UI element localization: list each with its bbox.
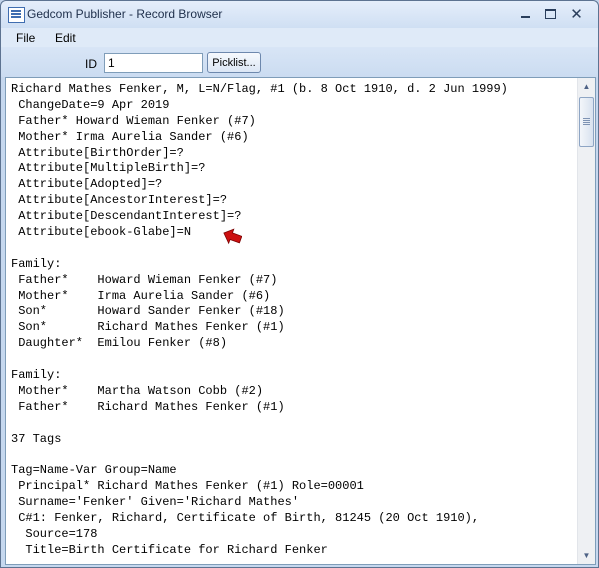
record-line bbox=[11, 416, 569, 432]
record-line: Attribute[BirthOrder]=? bbox=[11, 145, 184, 160]
record-text-pane[interactable]: Richard Mathes Fenker, M, L=N/Flag, #1 (… bbox=[5, 77, 596, 565]
record-line: Son* Howard Sander Fenker (#18) bbox=[11, 304, 285, 319]
record-line: Family: bbox=[11, 368, 62, 383]
record-line: Title=Birth Certificate for Richard Fenk… bbox=[11, 542, 328, 557]
record-line: Family: bbox=[11, 256, 62, 271]
record-line: Tag=Name-Var Group=Name bbox=[11, 463, 177, 478]
title-bar[interactable]: Gedcom Publisher - Record Browser ✕ bbox=[1, 1, 598, 28]
record-line bbox=[11, 352, 569, 368]
record-line: Father* Richard Mathes Fenker (#1) bbox=[11, 399, 285, 414]
record-line: Source=178 bbox=[11, 526, 98, 541]
record-line: Daughter* Emilou Fenker (#8) bbox=[11, 336, 228, 351]
maximize-button[interactable] bbox=[538, 5, 563, 22]
scroll-up-icon[interactable]: ▲ bbox=[578, 78, 595, 95]
record-line: Attribute[Adopted]=? bbox=[11, 177, 163, 192]
id-label: ID bbox=[85, 57, 97, 71]
scroll-grip-icon bbox=[583, 118, 590, 119]
record-line: Father* Howard Wieman Fenker (#7) bbox=[11, 272, 278, 287]
record-line: Mother* Irma Aurelia Sander (#6) bbox=[11, 288, 271, 303]
window-title: Gedcom Publisher - Record Browser bbox=[27, 7, 223, 21]
red-pointer-arrow-icon bbox=[223, 228, 242, 245]
minimize-button[interactable] bbox=[513, 5, 538, 22]
toolbar: ID Picklist... bbox=[1, 47, 598, 77]
id-input[interactable] bbox=[104, 53, 203, 73]
record-line: Attribute[ebook-Glabe]=N bbox=[11, 225, 192, 240]
record-line: C#1: Fenker, Richard, Certificate of Bir… bbox=[11, 511, 480, 526]
record-line: Father* Howard Wieman Fenker (#7) bbox=[11, 113, 256, 128]
record-line: 37 Tags bbox=[11, 431, 62, 446]
record-line bbox=[11, 241, 569, 257]
record-line: Principal* Richard Mathes Fenker (#1) Ro… bbox=[11, 479, 364, 494]
vertical-scrollbar[interactable]: ▲ ▼ bbox=[577, 78, 595, 564]
record-line: ChangeDate=9 Apr 2019 bbox=[11, 97, 170, 112]
record-text: Richard Mathes Fenker, M, L=N/Flag, #1 (… bbox=[11, 82, 569, 559]
record-line: Mother* Martha Watson Cobb (#2) bbox=[11, 383, 264, 398]
minimize-icon bbox=[521, 15, 530, 18]
record-line: Richard Mathes Fenker, M, L=N/Flag, #1 (… bbox=[11, 82, 508, 96]
app-icon bbox=[8, 7, 25, 23]
menu-edit[interactable]: Edit bbox=[55, 31, 76, 45]
record-line: Attribute[DescendantInterest]=? bbox=[11, 209, 242, 224]
record-line: Attribute[AncestorInterest]=? bbox=[11, 193, 228, 208]
scroll-down-icon[interactable]: ▼ bbox=[578, 547, 595, 564]
picklist-button[interactable]: Picklist... bbox=[207, 52, 261, 73]
record-line: Surname='Fenker' Given='Richard Mathes' bbox=[11, 495, 300, 510]
record-line: Attribute[MultipleBirth]=? bbox=[11, 161, 206, 176]
app-window: Gedcom Publisher - Record Browser ✕ File… bbox=[0, 0, 599, 568]
close-button[interactable]: ✕ bbox=[564, 5, 589, 23]
record-line: Son* Richard Mathes Fenker (#1) bbox=[11, 320, 285, 335]
maximize-icon bbox=[545, 8, 556, 19]
menu-bar: File Edit bbox=[1, 28, 598, 47]
close-icon: ✕ bbox=[570, 5, 583, 23]
scroll-thumb[interactable] bbox=[579, 97, 594, 147]
record-line bbox=[11, 447, 569, 463]
record-line: Mother* Irma Aurelia Sander (#6) bbox=[11, 129, 249, 144]
menu-file[interactable]: File bbox=[16, 31, 35, 45]
